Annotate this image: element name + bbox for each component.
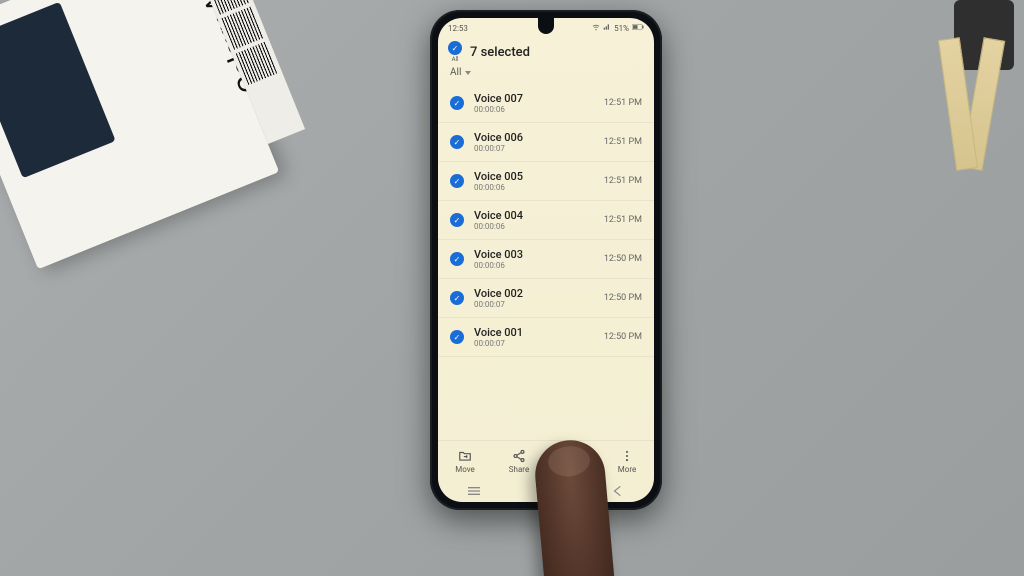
barcode (236, 42, 278, 86)
item-name: Voice 001 (474, 326, 594, 339)
more-vert-icon (620, 449, 634, 463)
clamp-prop (894, 0, 1024, 170)
item-duration: 00:00:06 (474, 222, 594, 231)
more-label: More (618, 465, 636, 474)
item-duration: 00:00:07 (474, 300, 594, 309)
status-time: 12:53 (448, 24, 468, 33)
item-name: Voice 002 (474, 287, 594, 300)
phone-device: 12:53 51% ✓ All (430, 10, 662, 510)
item-time: 12:50 PM (604, 254, 642, 264)
selection-header: ✓ All 7 selected (438, 35, 654, 65)
check-icon[interactable]: ✓ (450, 135, 464, 149)
product-box: Galaxy A06 (0, 0, 279, 269)
filter-label: All (450, 67, 461, 78)
item-time: 12:50 PM (604, 293, 642, 303)
item-time: 12:51 PM (604, 176, 642, 186)
status-battery-text: 51% (614, 24, 629, 33)
list-item[interactable]: ✓ Voice 006 00:00:07 12:51 PM (438, 123, 654, 162)
item-name: Voice 003 (474, 248, 594, 261)
wifi-icon (592, 23, 600, 33)
item-time: 12:51 PM (604, 98, 642, 108)
category-filter[interactable]: All (438, 65, 654, 84)
barcode (222, 6, 264, 50)
select-all-label: All (452, 56, 459, 63)
box-phone-photo (0, 2, 116, 179)
item-duration: 00:00:06 (474, 105, 594, 114)
item-time: 12:50 PM (604, 332, 642, 342)
check-icon[interactable]: ✓ (450, 174, 464, 188)
battery-icon (632, 23, 644, 33)
list-item[interactable]: ✓ Voice 002 00:00:07 12:50 PM (438, 279, 654, 318)
list-item[interactable]: ✓ Voice 003 00:00:06 12:50 PM (438, 240, 654, 279)
list-item[interactable]: ✓ Voice 007 00:00:06 12:51 PM (438, 84, 654, 123)
more-button[interactable]: More (605, 449, 649, 474)
item-name: Voice 004 (474, 209, 594, 222)
check-icon: ✓ (448, 41, 462, 55)
item-duration: 00:00:06 (474, 183, 594, 192)
item-name: Voice 006 (474, 131, 594, 144)
item-duration: 00:00:07 (474, 339, 594, 348)
list-item[interactable]: ✓ Voice 001 00:00:07 12:50 PM (438, 318, 654, 357)
list-item[interactable]: ✓ Voice 005 00:00:06 12:51 PM (438, 162, 654, 201)
item-duration: 00:00:07 (474, 144, 594, 153)
phone-screen: 12:53 51% ✓ All (438, 18, 654, 502)
select-all-toggle[interactable]: ✓ All (448, 41, 462, 63)
item-name: Voice 005 (474, 170, 594, 183)
item-duration: 00:00:06 (474, 261, 594, 270)
move-button[interactable]: Move (443, 449, 487, 474)
box-barcodes (186, 0, 306, 144)
check-icon[interactable]: ✓ (450, 96, 464, 110)
item-time: 12:51 PM (604, 137, 642, 147)
selected-count: 7 selected (470, 45, 530, 60)
check-icon[interactable]: ✓ (450, 330, 464, 344)
folder-move-icon (458, 449, 472, 463)
share-icon (512, 449, 526, 463)
scene: Galaxy A06 12:53 (0, 0, 1024, 576)
move-label: Move (455, 465, 475, 474)
check-icon[interactable]: ✓ (450, 213, 464, 227)
nav-recents[interactable] (454, 485, 494, 497)
recordings-list: ✓ Voice 007 00:00:06 12:51 PM ✓ Voice 00… (438, 84, 654, 440)
chevron-down-icon (465, 71, 471, 75)
signal-icon (603, 23, 611, 33)
camera-notch (538, 18, 554, 34)
share-label: Share (509, 465, 529, 474)
check-icon[interactable]: ✓ (450, 252, 464, 266)
item-time: 12:51 PM (604, 215, 642, 225)
list-item[interactable]: ✓ Voice 004 00:00:06 12:51 PM (438, 201, 654, 240)
check-icon[interactable]: ✓ (450, 291, 464, 305)
item-name: Voice 007 (474, 92, 594, 105)
